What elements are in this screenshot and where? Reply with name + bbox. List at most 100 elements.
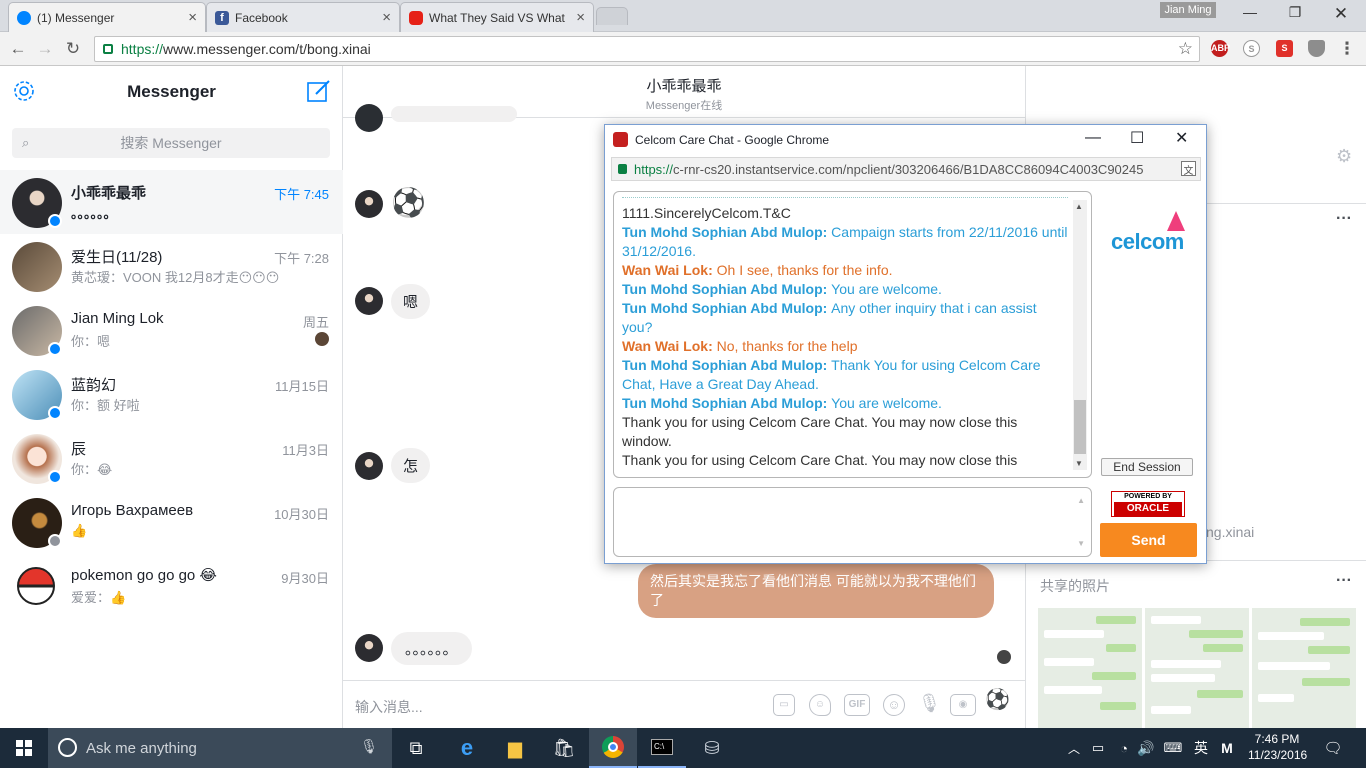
wifi-icon[interactable]: ◔ xyxy=(1112,728,1136,768)
tab-youtube[interactable]: What They Said VS What × xyxy=(400,2,594,32)
ime-indicator[interactable]: 英 xyxy=(1188,728,1214,768)
message-input[interactable]: 输入消息... xyxy=(355,697,423,717)
more-options-icon[interactable]: ··· xyxy=(1336,572,1352,590)
conversation-item[interactable]: 辰 你：😂 11月3日 xyxy=(0,426,343,490)
cortana-search-box[interactable]: Ask me anything 🎙 xyxy=(48,728,392,768)
windows-start-icon[interactable] xyxy=(0,728,48,768)
command-prompt-icon[interactable]: C:\ xyxy=(638,728,686,768)
shield-icon[interactable] xyxy=(1308,40,1325,57)
lock-icon xyxy=(618,164,627,174)
conversation-item[interactable]: Jian Ming Lok 你：嗯 周五 xyxy=(0,298,343,362)
adblock-icon[interactable]: ABP xyxy=(1211,40,1230,57)
shared-photo[interactable] xyxy=(1252,608,1356,728)
minimize-icon[interactable]: — xyxy=(1238,4,1262,24)
system-clock[interactable]: 7:46 PM 11/23/2016 xyxy=(1248,731,1307,763)
conversation-item[interactable]: pokemon go go go 😂 爱爱：👍 9月30日 xyxy=(0,554,343,618)
celcom-chat-window: Celcom Care Chat - Google Chrome — ☐ ✕ h… xyxy=(604,124,1207,564)
forward-icon[interactable]: → xyxy=(34,38,56,60)
store-icon[interactable]: 🛍 xyxy=(540,728,588,768)
s-extension-icon[interactable]: S xyxy=(1276,40,1293,57)
conversation-name: 辰 xyxy=(71,441,87,458)
conversation-time: 11月15日 xyxy=(275,379,329,394)
action-center-icon[interactable]: 🗨 xyxy=(1316,728,1350,768)
profile-button[interactable]: Jian Ming xyxy=(1160,2,1216,18)
conversation-snippet: 爱爱：👍 xyxy=(71,590,127,605)
scrollbar[interactable]: ▲ ▼ xyxy=(1073,200,1087,470)
close-tab-icon[interactable]: × xyxy=(576,9,585,26)
transcript-line: Tun Mohd Sophian Abd Mulop: Thank You fo… xyxy=(622,356,1068,394)
close-tab-icon[interactable]: × xyxy=(382,9,391,26)
camera-icon[interactable]: ◉ xyxy=(950,694,976,716)
url-scheme: https:// xyxy=(121,41,164,57)
conversation-item[interactable]: Игорь Вахрамеев 👍 10月30日 xyxy=(0,490,343,554)
soccer-ball-icon: ⚽ xyxy=(391,187,426,218)
conversation-snippet: 你：😂 xyxy=(71,462,113,477)
transcript-line: Tun Mohd Sophian Abd Mulop: You are welc… xyxy=(622,394,1068,413)
gif-icon[interactable]: GIF xyxy=(844,694,870,716)
bookmark-star-icon[interactable]: ☆ xyxy=(1178,39,1193,59)
address-bar[interactable]: https://www.messenger.com/t/bong.xinai ☆ xyxy=(94,36,1200,62)
skype-icon[interactable]: S xyxy=(1243,40,1260,57)
chrome-icon[interactable] xyxy=(589,728,637,768)
app-icon[interactable]: ⛁ xyxy=(688,728,736,768)
volume-icon[interactable]: 🔊 xyxy=(1134,728,1158,768)
conversation-item[interactable]: 蓝韵幻 你：额 好啦 11月15日 xyxy=(0,362,343,426)
transcript-speaker: Tun Mohd Sophian Abd Mulop: xyxy=(622,224,832,240)
edge-icon[interactable]: e xyxy=(443,728,491,768)
avatar xyxy=(12,242,62,292)
popup-title: Celcom Care Chat - Google Chrome xyxy=(635,133,830,147)
send-button[interactable]: Send xyxy=(1100,523,1197,557)
microphone-icon[interactable]: 🎙 xyxy=(918,694,941,716)
microphone-icon[interactable]: 🎙 xyxy=(360,738,378,755)
menu-icon[interactable]: ⋮ xyxy=(1336,38,1358,60)
my-message-bubble: 然后其实是我忘了看他们消息 可能就以为我不理他们了 xyxy=(638,564,994,618)
browser-toolbar: ← → ↻ https://www.messenger.com/t/bong.x… xyxy=(0,32,1366,66)
search-input[interactable]: ⌕ 搜索 Messenger xyxy=(12,128,330,158)
gear-icon[interactable]: ⚙ xyxy=(1336,146,1352,167)
task-view-icon[interactable]: ⧉ xyxy=(392,728,440,768)
reload-icon[interactable]: ↻ xyxy=(62,38,84,60)
url-scheme: https:// xyxy=(634,161,674,177)
close-tab-icon[interactable]: × xyxy=(188,9,197,26)
avatar xyxy=(355,104,383,132)
emoji-icon[interactable]: ☺ xyxy=(883,694,905,716)
conversation-item[interactable]: 小乖乖最乖 。。。。。。 下午 7:45 xyxy=(0,170,343,234)
ime-mode-icon[interactable]: M xyxy=(1214,728,1240,768)
close-window-icon[interactable]: ✕ xyxy=(1175,128,1188,148)
show-hidden-icons-icon[interactable]: ︿ xyxy=(1062,728,1086,768)
conversation-time: 下午 7:28 xyxy=(274,251,329,266)
battery-icon[interactable]: ▭ xyxy=(1086,728,1110,768)
compose-icon[interactable] xyxy=(306,78,332,104)
url-text: www.messenger.com/t/bong.xinai xyxy=(163,41,371,57)
conversation-snippet: 。。。。。。 xyxy=(71,206,117,221)
image-icon[interactable]: ▭ xyxy=(773,694,795,716)
maximize-icon[interactable]: ☐ xyxy=(1130,128,1144,148)
sidebar-header: Messenger xyxy=(0,66,342,118)
minimize-icon[interactable]: — xyxy=(1085,129,1101,147)
end-session-button[interactable]: End Session xyxy=(1101,458,1193,476)
avatar xyxy=(355,452,383,480)
message-bubble: 。。。。。。 xyxy=(391,632,472,665)
file-explorer-icon[interactable]: ▆ xyxy=(491,728,539,768)
close-window-icon[interactable]: ✕ xyxy=(1329,4,1353,24)
restore-icon[interactable]: ❐ xyxy=(1283,4,1307,24)
search-icon: ⌕ xyxy=(22,135,30,150)
more-options-icon[interactable]: ··· xyxy=(1336,210,1352,228)
tab-messenger[interactable]: (1) Messenger × xyxy=(8,2,206,32)
soccer-ball-icon[interactable]: ⚽ xyxy=(985,690,1010,713)
conversation-item[interactable]: 爱生日(11/28) 黄芯瑷：VOON 我12月8才走😶😶😶 下午 7:28 xyxy=(0,234,343,298)
shared-photo[interactable] xyxy=(1145,608,1249,728)
shared-photo[interactable] xyxy=(1038,608,1142,728)
clock-time: 7:46 PM xyxy=(1254,732,1300,746)
transcript-text: You are welcome. xyxy=(831,281,942,297)
chat-input[interactable]: ▲ ▼ xyxy=(613,487,1092,557)
transcript-line: Tun Mohd Sophian Abd Mulop: Any other in… xyxy=(622,299,1068,337)
sticker-icon[interactable]: ☺ xyxy=(809,694,831,716)
back-icon[interactable]: ← xyxy=(7,38,29,60)
tab-facebook[interactable]: f Facebook × xyxy=(206,2,400,32)
translate-icon[interactable]: 文 xyxy=(1181,161,1196,177)
transcript-line: Thank you for using Celcom Care Chat. Yo… xyxy=(622,451,1068,470)
keyboard-icon[interactable]: ⌨ xyxy=(1160,728,1186,768)
new-tab-button[interactable] xyxy=(596,7,628,25)
popup-address-bar[interactable]: https://c-rnr-cs20.instantservice.com/np… xyxy=(611,157,1201,181)
